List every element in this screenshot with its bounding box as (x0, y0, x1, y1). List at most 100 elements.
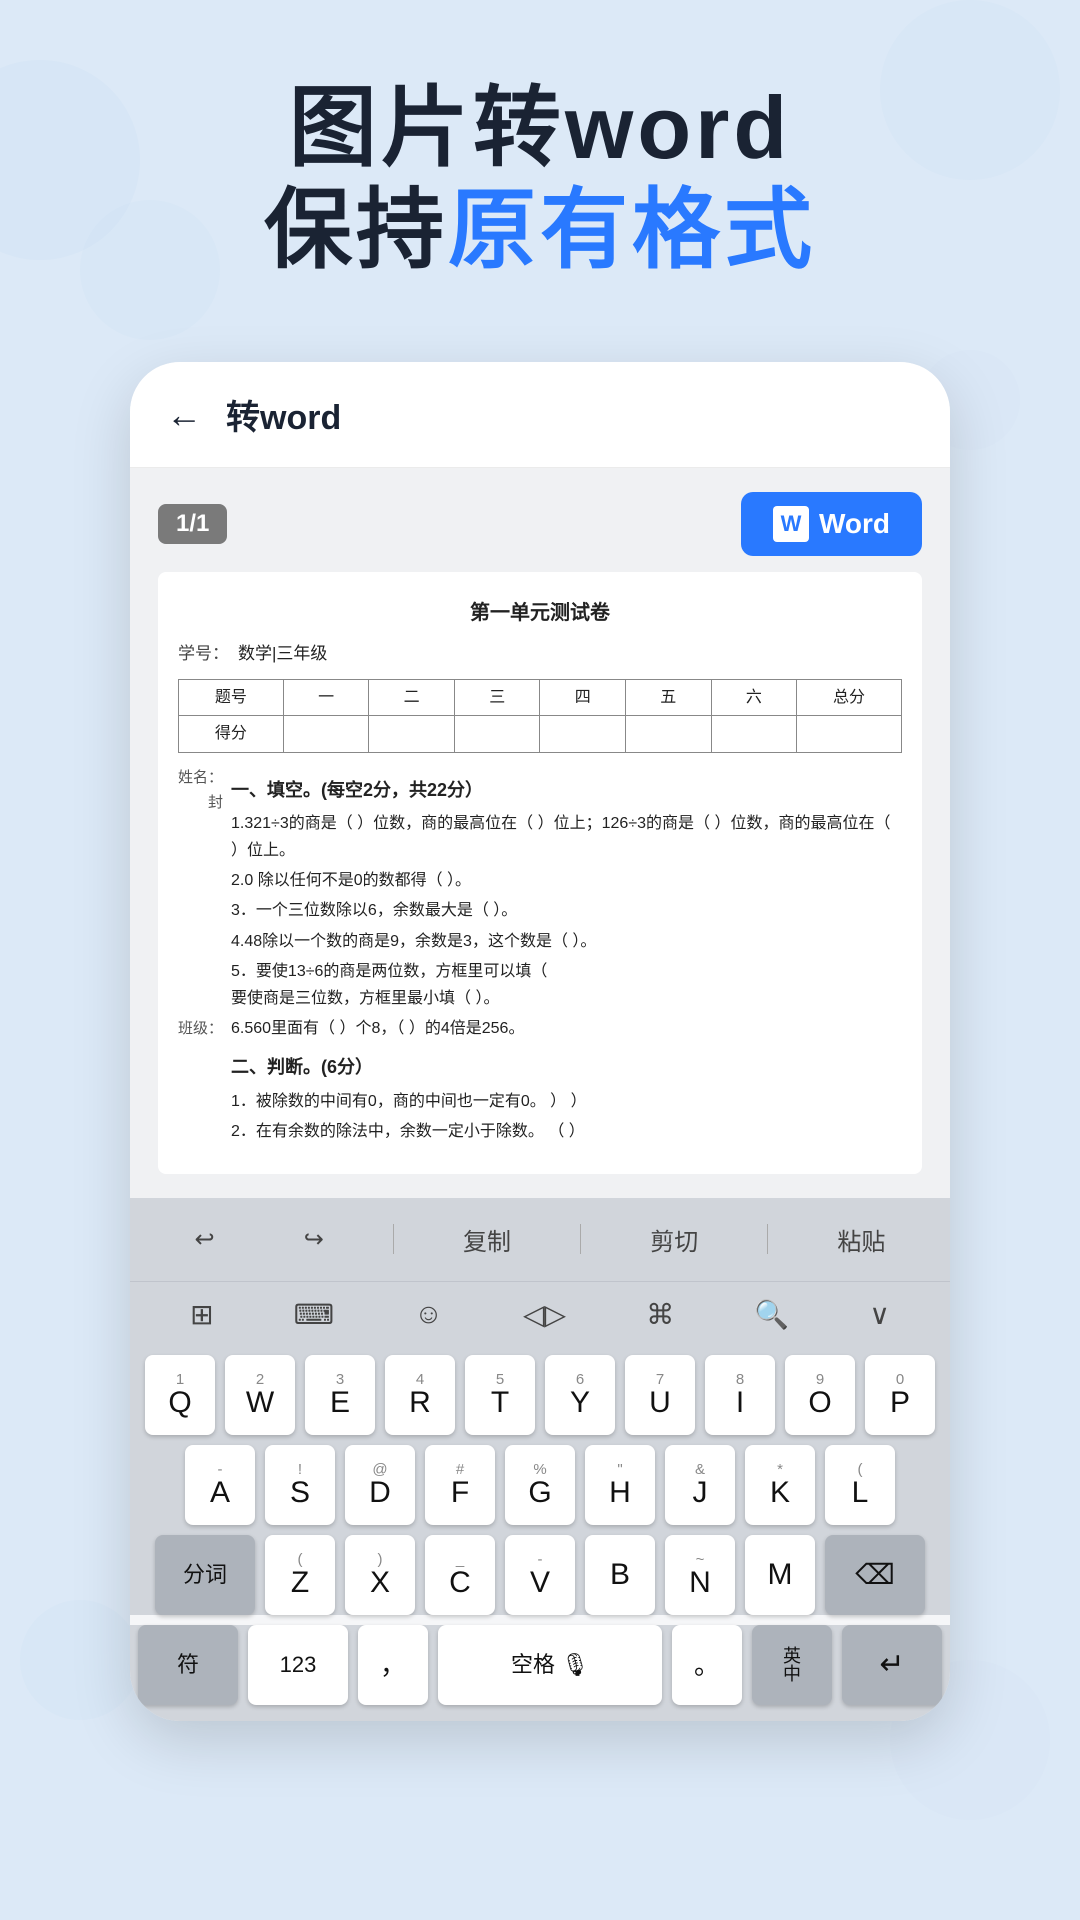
back-button[interactable]: ← (166, 394, 202, 436)
key-a[interactable]: -A (185, 1445, 255, 1525)
section1-heading: 一、填空。(每空2分，共22分） (231, 775, 902, 806)
keyboard-icon-collapse[interactable]: ∨ (855, 1292, 904, 1337)
key-s[interactable]: !S (265, 1445, 335, 1525)
table-cell: 五 (626, 680, 712, 716)
key-c[interactable]: _C (425, 1535, 495, 1615)
sidebar-class-label: 班级： (178, 1016, 227, 1150)
toolbar-copy[interactable]: 复制 (443, 1214, 531, 1265)
key-comma[interactable]: ， (358, 1625, 428, 1705)
key-u[interactable]: 7U (625, 1355, 695, 1435)
table-cell: 三 (454, 680, 540, 716)
keyboard-icon-grid[interactable]: ⊞ (176, 1292, 227, 1337)
keyboard-icon-link[interactable]: ⌘ (632, 1292, 688, 1337)
table-cell (711, 716, 797, 752)
nav-title: 转word (226, 390, 341, 439)
meta-value-xuehao: 数学|三年级 (238, 640, 327, 669)
key-d[interactable]: @D (345, 1445, 415, 1525)
toolbar-cut[interactable]: 剪切 (630, 1214, 718, 1265)
table-cell: 四 (540, 680, 626, 716)
key-q[interactable]: 1Q (145, 1355, 215, 1435)
key-o[interactable]: 9O (785, 1355, 855, 1435)
table-cell (540, 716, 626, 752)
key-n[interactable]: ~N (665, 1535, 735, 1615)
key-h[interactable]: "H (585, 1445, 655, 1525)
toolbar-redo[interactable]: ↪ (284, 1217, 344, 1262)
page-controls: 1/1 W Word (158, 492, 922, 556)
key-i[interactable]: 8I (705, 1355, 775, 1435)
key-b[interactable]: B (585, 1535, 655, 1615)
key-fenchi[interactable]: 分词 (155, 1535, 255, 1615)
section1-item3: 3．一个三位数除以6，余数最大是（ ）。 (231, 898, 902, 924)
key-delete[interactable]: ⌫ (825, 1535, 925, 1615)
key-period[interactable]: 。 (672, 1625, 742, 1705)
keyboard-row3: 分词 (Z )X _C -V B ~N M ⌫ (138, 1535, 942, 1615)
table-cell (454, 716, 540, 752)
app-navbar: ← 转word (130, 362, 950, 468)
header-line2-before: 保持 (264, 180, 448, 279)
key-123[interactable]: 123 (248, 1625, 348, 1705)
section2-item2: 2．在有余数的除法中，余数一定小于除数。 （ ） (231, 1119, 902, 1145)
toolbar-undo[interactable]: ↩ (175, 1217, 235, 1262)
keyboard-icon-keyboard[interactable]: ⌨ (280, 1292, 348, 1337)
section1-item2: 2.0 除以任何不是0的数都得（ ）。 (231, 868, 902, 894)
table-cell (283, 716, 369, 752)
document-content: 第一单元测试卷 学号： 数学|三年级 题号 一 二 三 四 五 六 总分 (158, 572, 922, 1173)
key-m[interactable]: M (745, 1535, 815, 1615)
phone-mockup: ← 转word 1/1 W Word 第一单元测试卷 学号： 数学|三年级 题号… (130, 362, 950, 1720)
key-k[interactable]: *K (745, 1445, 815, 1525)
key-p[interactable]: 0P (865, 1355, 935, 1435)
section1-content: 一、填空。(每空2分，共22分） 1.321÷3的商是（ ）位数，商的最高位在（… (231, 765, 902, 1016)
table-cell: 六 (711, 680, 797, 716)
table-cell: 一 (283, 680, 369, 716)
table-cell: 二 (369, 680, 455, 716)
section1-wrapper: 姓名：封 一、填空。(每空2分，共22分） 1.321÷3的商是（ ）位数，商的… (178, 765, 902, 1016)
key-f[interactable]: #F (425, 1445, 495, 1525)
keyboard-bottom-row: 符 123 ， 空格 🎙 。 英 中 ↵ (130, 1625, 950, 1721)
keyboard-area: 1Q 2W 3E 4R 5T 6Y 7U 8I 9O 0P -A !S @D #… (130, 1347, 950, 1615)
toolbar-paste[interactable]: 粘贴 (817, 1214, 905, 1265)
doc-meta-row: 学号： 数学|三年级 (178, 640, 902, 669)
keyboard-icons-row: ⊞ ⌨ ☺ ◁▷ ⌘ 🔍 ∨ (130, 1281, 950, 1347)
section2-content: 6.560里面有（ ）个8，（ ）的4倍是256。 二、判断。(6分） 1．被除… (231, 1016, 902, 1150)
key-t[interactable]: 5T (465, 1355, 535, 1435)
key-e[interactable]: 3E (305, 1355, 375, 1435)
header-line2-blue: 原有格式 (448, 180, 816, 279)
word-button-label: Word (819, 508, 890, 540)
section2-item1: 1．被除数的中间有0，商的中间也一定有0。 ） ） (231, 1089, 902, 1115)
header-line2: 保持原有格式 (60, 177, 1020, 283)
section1-item5: 5．要使13÷6的商是两位数，方框里可以填（要使商是三位数，方框里最小填（ ）。 (231, 959, 902, 1012)
key-lang-switch[interactable]: 英 中 (752, 1625, 832, 1705)
sidebar-name-label: 姓名：封 (178, 765, 227, 1016)
key-g[interactable]: %G (505, 1445, 575, 1525)
word-export-button[interactable]: W Word (741, 492, 922, 556)
key-space[interactable]: 空格 🎙 (438, 1625, 662, 1705)
key-z[interactable]: (Z (265, 1535, 335, 1615)
meta-label-xuehao: 学号： (178, 640, 238, 669)
score-table: 题号 一 二 三 四 五 六 总分 得分 (178, 679, 902, 752)
keyboard-icon-search[interactable]: 🔍 (740, 1292, 803, 1337)
key-x[interactable]: )X (345, 1535, 415, 1615)
keyboard-icon-cursor[interactable]: ◁▷ (509, 1292, 580, 1337)
keyboard-row1: 1Q 2W 3E 4R 5T 6Y 7U 8I 9O 0P (138, 1355, 942, 1435)
key-r[interactable]: 4R (385, 1355, 455, 1435)
key-j[interactable]: &J (665, 1445, 735, 1525)
key-w[interactable]: 2W (225, 1355, 295, 1435)
section1-item4: 4.48除以一个数的商是9，余数是3，这个数是（ ）。 (231, 929, 902, 955)
page-badge: 1/1 (158, 504, 227, 544)
key-v[interactable]: -V (505, 1535, 575, 1615)
key-y[interactable]: 6Y (545, 1355, 615, 1435)
header-area: 图片转word 保持原有格式 (0, 0, 1080, 322)
document-area: 1/1 W Word 第一单元测试卷 学号： 数学|三年级 题号 一 二 三 四 (130, 468, 950, 1197)
key-fu[interactable]: 符 (138, 1625, 238, 1705)
key-l[interactable]: (L (825, 1445, 895, 1525)
section2-heading: 二、判断。(6分） (231, 1052, 902, 1083)
section1-item1: 1.321÷3的商是（ ）位数，商的最高位在（ ）位上；126÷3的商是（ ）位… (231, 811, 902, 864)
keyboard-row2: -A !S @D #F %G "H &J *K (L (138, 1445, 942, 1525)
key-enter[interactable]: ↵ (842, 1625, 942, 1705)
keyboard-icon-emoji[interactable]: ☺ (400, 1292, 457, 1336)
table-cell: 题号 (179, 680, 284, 716)
table-cell (797, 716, 902, 752)
toolbar-separator1 (393, 1224, 394, 1254)
header-line1: 图片转word (60, 80, 1020, 177)
keyboard-toolbar: ↩ ↪ 复制 剪切 粘贴 (130, 1198, 950, 1281)
